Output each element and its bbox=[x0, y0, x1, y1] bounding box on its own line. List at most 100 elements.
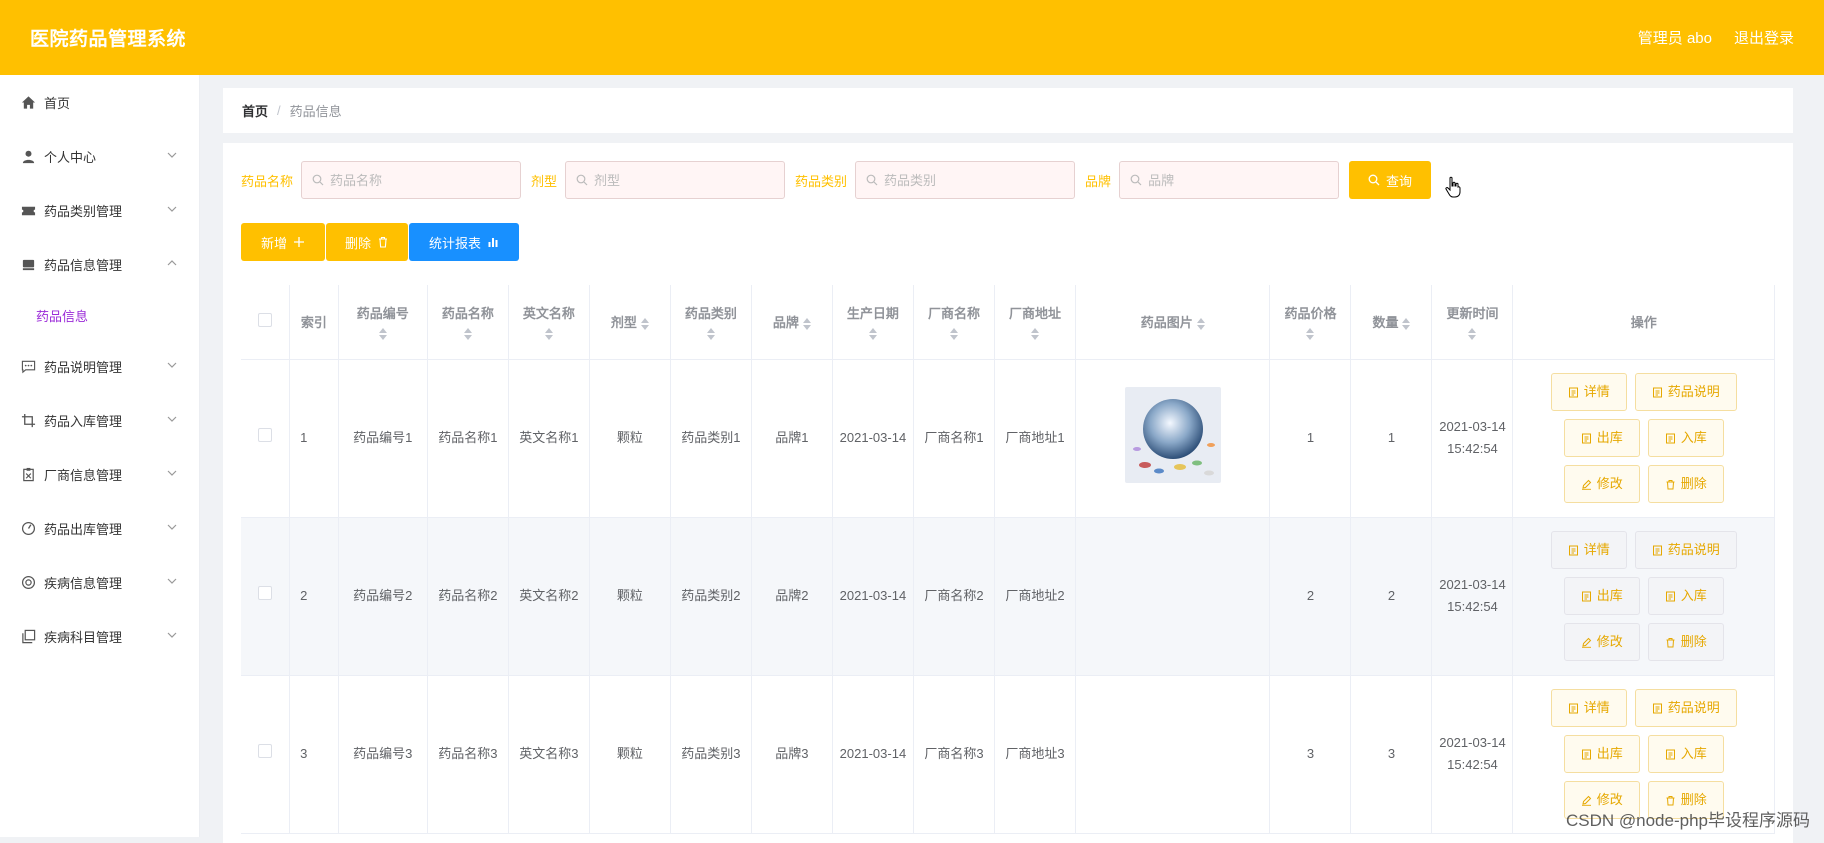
edit-button-label: 修改 bbox=[1597, 473, 1623, 495]
row-actions: 详情药品说明出库入库修改 删除 bbox=[1517, 373, 1770, 503]
detail-button[interactable]: 详情 bbox=[1551, 531, 1627, 569]
sort-icon[interactable] bbox=[545, 328, 553, 340]
drug-desc-button-icon bbox=[1652, 545, 1663, 556]
quantity-cell: 1 bbox=[1351, 359, 1432, 517]
brand-cell: 品牌3 bbox=[751, 675, 832, 833]
user-icon bbox=[20, 148, 36, 164]
column-header[interactable]: 更新时间 bbox=[1432, 285, 1513, 359]
sort-icon[interactable] bbox=[1197, 318, 1205, 330]
sort-icon[interactable] bbox=[950, 328, 958, 340]
drug-table-wrap: 索引 药品编号 药品名称 英文名称 剂型 药品类别 品牌 生产日期 厂商名称 厂… bbox=[241, 285, 1775, 843]
sidebar-item-category[interactable]: 药品类别管理 bbox=[0, 183, 199, 237]
column-header[interactable]: 剂型 bbox=[589, 285, 670, 359]
sidebar-item-drug-desc[interactable]: 药品说明管理 bbox=[0, 339, 199, 393]
column-header[interactable]: 药品价格 bbox=[1270, 285, 1351, 359]
drug-desc-button[interactable]: 药品说明 bbox=[1635, 689, 1737, 727]
drug-name-input[interactable] bbox=[330, 173, 510, 188]
sidebar-item-label: 药品出库管理 bbox=[44, 519, 122, 538]
drug-category-cell: 药品类别2 bbox=[670, 517, 751, 675]
detail-button[interactable]: 详情 bbox=[1551, 689, 1627, 727]
admin-user-label[interactable]: 管理员 abo bbox=[1638, 27, 1712, 48]
table-row: 2药品编号2药品名称2英文名称2颗粒药品类别2品牌22021-03-14厂商名称… bbox=[241, 517, 1775, 675]
row-delete-button-icon bbox=[1665, 795, 1676, 806]
sort-icon[interactable] bbox=[1031, 328, 1039, 340]
sort-icon[interactable] bbox=[1402, 318, 1410, 330]
sidebar-item-stock-out[interactable]: 药品出库管理 bbox=[0, 501, 199, 555]
manufacturer-address-cell: 厂商地址1 bbox=[994, 359, 1075, 517]
table-row: 3药品编号3药品名称3英文名称3颗粒药品类别3品牌32021-03-14厂商名称… bbox=[241, 675, 1775, 833]
sidebar-item-drug-info[interactable]: 药品信息管理 bbox=[0, 237, 199, 291]
drug-name-cell: 药品名称1 bbox=[427, 359, 508, 517]
row-checkbox[interactable] bbox=[258, 744, 272, 758]
edit-button[interactable]: 修改 bbox=[1564, 465, 1640, 503]
drug-category-cell-text: 药品类别3 bbox=[681, 746, 740, 761]
sidebar-item-stock-in[interactable]: 药品入库管理 bbox=[0, 393, 199, 447]
column-header[interactable]: 药品编号 bbox=[338, 285, 427, 359]
row-checkbox[interactable] bbox=[258, 586, 272, 600]
trash-icon bbox=[377, 236, 389, 248]
stock-in-button[interactable]: 入库 bbox=[1648, 577, 1724, 615]
query-button[interactable]: 查询 bbox=[1349, 161, 1431, 199]
row-checkbox[interactable] bbox=[258, 428, 272, 442]
stock-in-button[interactable]: 入库 bbox=[1648, 419, 1724, 457]
column-header[interactable]: 生产日期 bbox=[832, 285, 913, 359]
index-cell: 1 bbox=[290, 359, 339, 517]
row-delete-button[interactable]: 删除 bbox=[1648, 465, 1724, 503]
edit-button[interactable]: 修改 bbox=[1564, 623, 1640, 661]
sidebar-item-vendor[interactable]: 厂商信息管理 bbox=[0, 447, 199, 501]
report-button[interactable]: 统计报表 bbox=[409, 223, 519, 261]
sort-icon[interactable] bbox=[707, 328, 715, 340]
sidebar-subitem-drug-info[interactable]: 药品信息 bbox=[0, 291, 199, 339]
sort-icon[interactable] bbox=[869, 328, 877, 340]
column-header[interactable]: 厂商地址 bbox=[994, 285, 1075, 359]
table-row: 1药品编号1药品名称1英文名称1颗粒药品类别1品牌12021-03-14厂商名称… bbox=[241, 359, 1775, 517]
batch-delete-button[interactable]: 删除 bbox=[326, 223, 408, 261]
sidebar-item-disease-subject[interactable]: 疾病科目管理 bbox=[0, 609, 199, 663]
column-header[interactable]: 数量 bbox=[1351, 285, 1432, 359]
column-header[interactable]: 厂商名称 bbox=[913, 285, 994, 359]
select-all-checkbox[interactable] bbox=[258, 313, 272, 327]
english-name-cell: 英文名称2 bbox=[508, 517, 589, 675]
brand-input[interactable] bbox=[1148, 173, 1328, 188]
drug-category-input[interactable] bbox=[884, 173, 1064, 188]
stock-in-button-label: 入库 bbox=[1681, 743, 1707, 765]
sidebar-item-disease[interactable]: 疾病信息管理 bbox=[0, 555, 199, 609]
sort-icon[interactable] bbox=[464, 328, 472, 340]
stock-out-button[interactable]: 出库 bbox=[1564, 735, 1640, 773]
sort-icon[interactable] bbox=[1306, 328, 1314, 340]
column-header-label: 剂型 bbox=[611, 315, 637, 330]
brand-cell: 品牌1 bbox=[751, 359, 832, 517]
column-header[interactable]: 英文名称 bbox=[508, 285, 589, 359]
column-header[interactable]: 品牌 bbox=[751, 285, 832, 359]
column-header[interactable]: 药品名称 bbox=[427, 285, 508, 359]
detail-button-icon bbox=[1568, 703, 1579, 714]
index-cell: 2 bbox=[290, 517, 339, 675]
dosage-form-input[interactable] bbox=[594, 173, 774, 188]
sidebar-item-home[interactable]: 首页 bbox=[0, 75, 199, 129]
row-select-cell bbox=[241, 675, 290, 833]
column-header-label: 生产日期 bbox=[847, 303, 899, 322]
row-delete-button[interactable]: 删除 bbox=[1648, 623, 1724, 661]
stock-in-button[interactable]: 入库 bbox=[1648, 735, 1724, 773]
column-header-label: 厂商名称 bbox=[928, 303, 980, 322]
column-header[interactable]: 药品类别 bbox=[670, 285, 751, 359]
sort-icon[interactable] bbox=[379, 328, 387, 340]
sort-icon[interactable] bbox=[803, 318, 811, 330]
stock-out-button[interactable]: 出库 bbox=[1564, 419, 1640, 457]
dosage-form-cell: 颗粒 bbox=[589, 359, 670, 517]
column-header[interactable]: 药品图片 bbox=[1075, 285, 1269, 359]
sort-icon[interactable] bbox=[641, 318, 649, 330]
drug-image[interactable] bbox=[1125, 387, 1221, 483]
stock-out-button[interactable]: 出库 bbox=[1564, 577, 1640, 615]
drug-desc-button[interactable]: 药品说明 bbox=[1635, 531, 1737, 569]
add-button[interactable]: 新增 bbox=[241, 223, 325, 261]
drug-name-cell-text: 药品名称1 bbox=[438, 430, 497, 445]
drug-desc-button[interactable]: 药品说明 bbox=[1635, 373, 1737, 411]
logout-link[interactable]: 退出登录 bbox=[1734, 27, 1794, 48]
sort-icon[interactable] bbox=[1468, 328, 1476, 340]
drug-desc-button-icon bbox=[1652, 387, 1663, 398]
sidebar-item-profile[interactable]: 个人中心 bbox=[0, 129, 199, 183]
breadcrumb-home[interactable]: 首页 bbox=[242, 101, 268, 120]
breadcrumb: 首页 / 药品信息 bbox=[223, 88, 1793, 133]
detail-button[interactable]: 详情 bbox=[1551, 373, 1627, 411]
